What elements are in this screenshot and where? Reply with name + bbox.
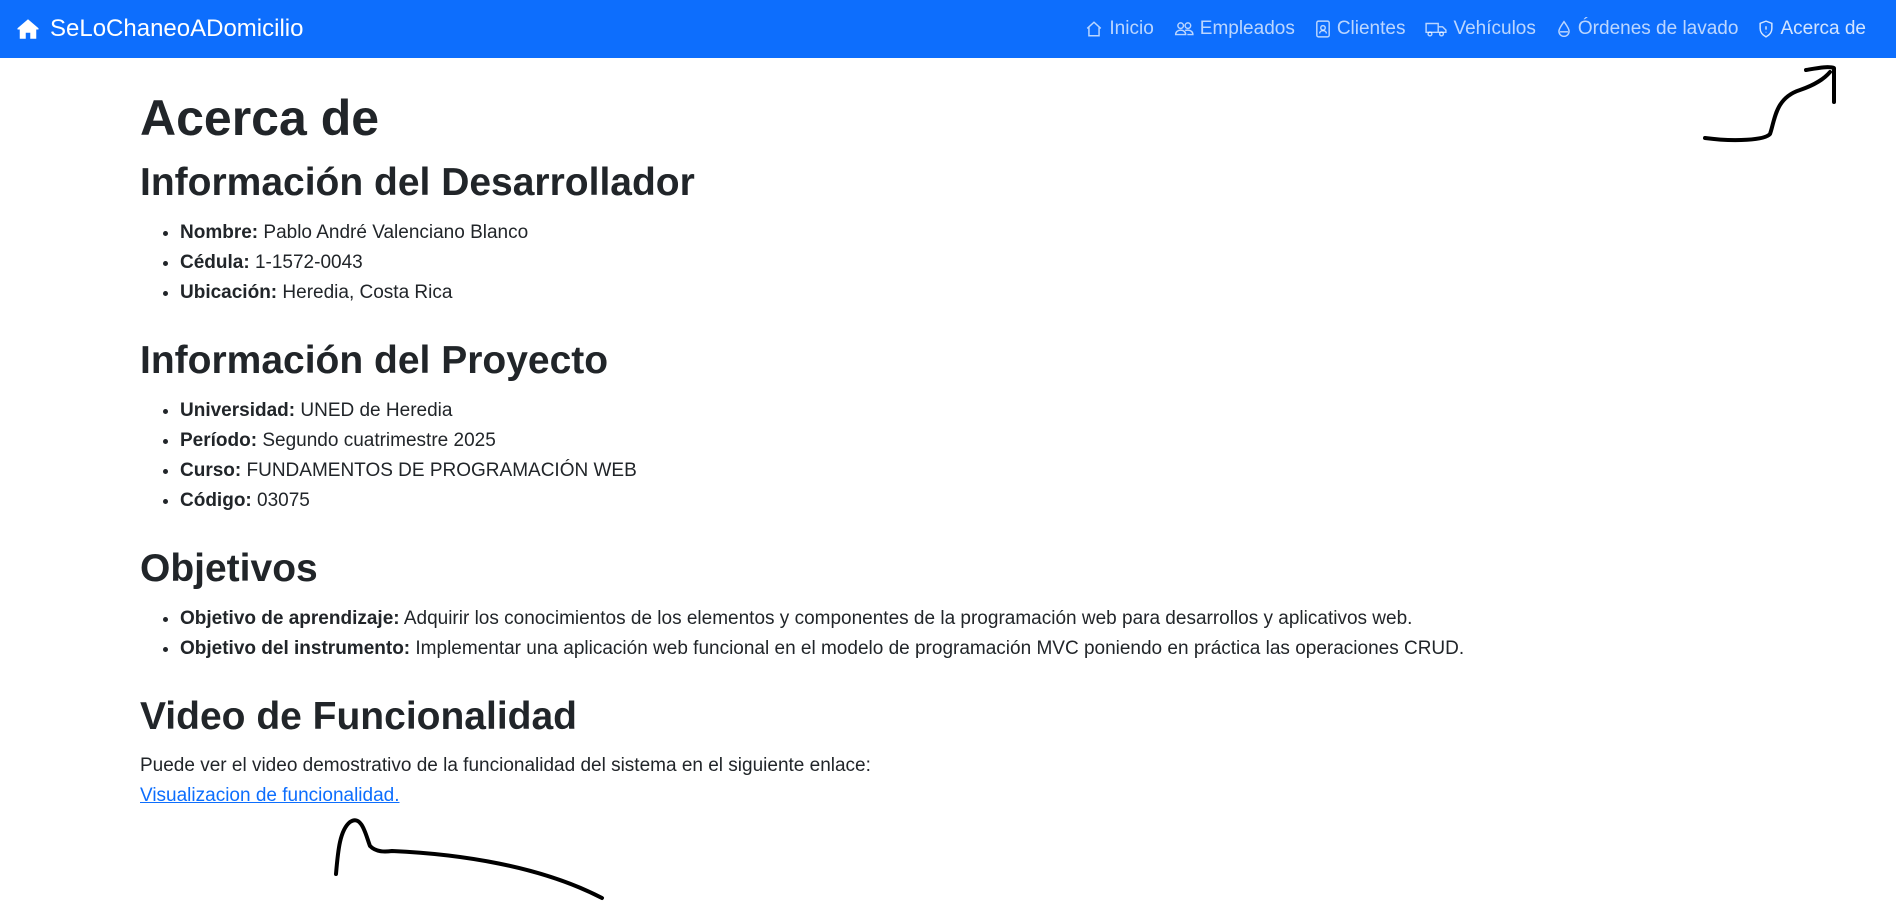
video-description: Puede ver el video demostrativo de la fu… (140, 755, 871, 776)
project-heading: Información del Proyecto (140, 339, 609, 382)
developer-heading: Información del Desarrollador (140, 161, 695, 204)
shield-icon (1759, 20, 1774, 38)
nav-vehiculos[interactable]: Vehículos (1415, 18, 1545, 40)
list-item: Universidad: UNED de Heredia (180, 396, 637, 426)
nav-inicio-label: Inicio (1109, 18, 1154, 39)
item-key: Nombre: (180, 222, 259, 243)
droplet-icon (1558, 20, 1570, 37)
item-value: Pablo André Valenciano Blanco (258, 222, 529, 243)
top-navbar: SeLoChaneoADomicilio Inicio Empleados Cl… (0, 0, 1896, 58)
video-heading: Video de Funcionalidad (140, 695, 577, 738)
item-value: Adquirir los conocimientos de los elemen… (399, 608, 1413, 629)
item-key: Período: (180, 430, 258, 451)
item-key: Ubicación: (180, 282, 278, 303)
video-link[interactable]: Visualizacion de funcionalidad. (140, 781, 400, 811)
item-value: Heredia, Costa Rica (277, 282, 453, 303)
nav-acerca-label: Acerca de (1780, 18, 1866, 39)
objectives-heading: Objetivos (140, 547, 318, 590)
truck-icon (1425, 22, 1448, 37)
house-fill-icon (17, 19, 39, 39)
item-key: Objetivo del instrumento: (180, 638, 411, 659)
list-item: Curso: FUNDAMENTOS DE PROGRAMACIÓN WEB (180, 456, 637, 486)
page-title: Acerca de (140, 90, 380, 146)
item-key: Universidad: (180, 400, 296, 421)
nav-inicio[interactable]: Inicio (1075, 18, 1163, 40)
item-key: Código: (180, 490, 252, 511)
item-value: Segundo cuatrimestre 2025 (257, 430, 496, 451)
list-item: Nombre: Pablo André Valenciano Blanco (180, 218, 528, 248)
item-value: FUNDAMENTOS DE PROGRAMACIÓN WEB (241, 460, 637, 481)
brand-link[interactable]: SeLoChaneoADomicilio (16, 0, 303, 58)
nav-clientes[interactable]: Clientes (1305, 18, 1416, 40)
nav-links: Inicio Empleados Clientes Vehículos Órde… (1075, 0, 1876, 58)
nav-ordenes[interactable]: Órdenes de lavado (1546, 18, 1749, 40)
project-list: Universidad: UNED de Heredia Período: Se… (140, 396, 637, 516)
arrow-annotation-top (1703, 65, 1836, 143)
item-key: Curso: (180, 460, 242, 481)
list-item: Ubicación: Heredia, Costa Rica (180, 278, 528, 308)
item-value: 03075 (251, 490, 310, 511)
objectives-list: Objetivo de aprendizaje: Adquirir los co… (140, 604, 1464, 664)
nav-vehiculos-label: Vehículos (1453, 18, 1536, 39)
item-key: Cédula: (180, 252, 250, 273)
item-value: Implementar una aplicación web funcional… (410, 638, 1465, 659)
list-item: Cédula: 1-1572-0043 (180, 248, 528, 278)
arrow-annotation-bottom (334, 818, 604, 900)
nav-acerca[interactable]: Acerca de (1748, 18, 1876, 40)
list-item: Objetivo del instrumento: Implementar un… (180, 634, 1464, 664)
nav-empleados[interactable]: Empleados (1164, 18, 1305, 40)
nav-empleados-label: Empleados (1199, 18, 1295, 39)
list-item: Período: Segundo cuatrimestre 2025 (180, 426, 637, 456)
house-icon (1087, 21, 1102, 37)
list-item: Objetivo de aprendizaje: Adquirir los co… (180, 604, 1464, 634)
nav-ordenes-label: Órdenes de lavado (1577, 18, 1739, 39)
item-value: UNED de Heredia (295, 400, 453, 421)
brand-name: SeLoChaneoADomicilio (50, 15, 304, 42)
item-key: Objetivo de aprendizaje: (180, 608, 400, 629)
person-badge-icon (1315, 20, 1330, 38)
developer-list: Nombre: Pablo André Valenciano Blanco Cé… (140, 218, 528, 308)
item-value: 1-1572-0043 (249, 252, 363, 273)
list-item: Código: 03075 (180, 486, 637, 516)
people-icon (1174, 22, 1194, 36)
nav-clientes-label: Clientes (1336, 18, 1406, 39)
